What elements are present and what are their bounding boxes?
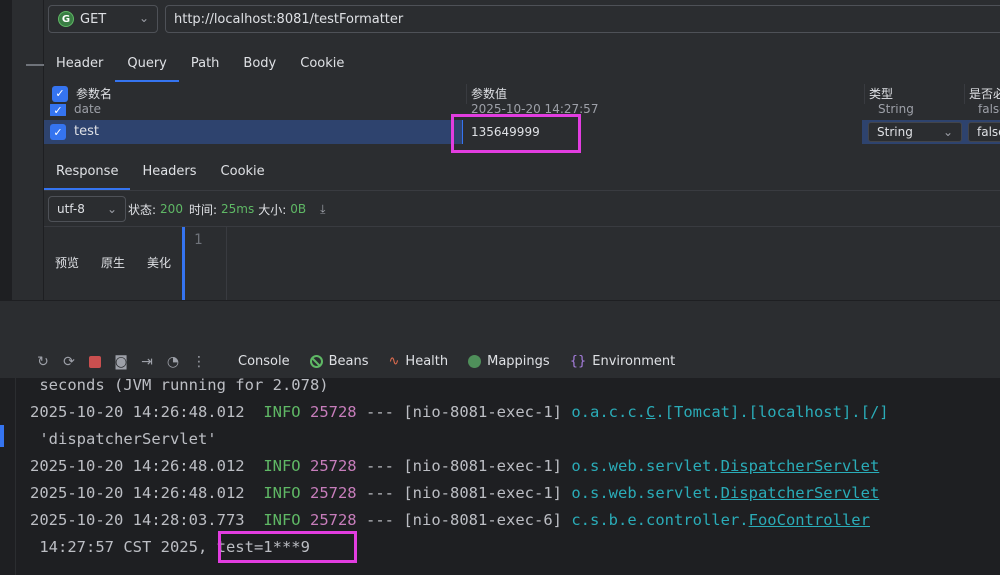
console-toolbar: ↻ ⟳ ◙ ⇥ ◔ ⋮ Console Beans ∿ Health Mappin… bbox=[0, 345, 1000, 378]
more-icon[interactable]: ⋮ bbox=[186, 353, 212, 371]
rerun-icon[interactable]: ↻ bbox=[30, 353, 56, 371]
gauge-icon[interactable]: ◔ bbox=[160, 353, 186, 371]
row-checkbox[interactable]: ✓ bbox=[50, 104, 66, 116]
request-tabs: Header Query Path Body Cookie bbox=[44, 44, 356, 82]
side-strip bbox=[12, 0, 44, 300]
tab-beans-label: Beans bbox=[328, 354, 369, 369]
restart-icon[interactable]: ⟳ bbox=[56, 353, 82, 371]
beans-icon bbox=[309, 355, 323, 368]
select-all-checkbox[interactable]: ✓ bbox=[52, 86, 68, 102]
param-type[interactable]: String bbox=[878, 104, 914, 116]
tab-beans[interactable]: Beans bbox=[300, 345, 379, 378]
status-value: 200 bbox=[160, 202, 183, 216]
response-status-line: utf-8 ⌄ 状态: 200 时间: 25ms 大小: 0B ⤓ bbox=[44, 195, 325, 223]
tab-body[interactable]: Body bbox=[231, 44, 288, 82]
drag-handle-icon[interactable] bbox=[26, 64, 44, 66]
console-marker bbox=[0, 425, 4, 447]
tab-console-label: Console bbox=[238, 354, 290, 369]
encoding-select[interactable]: utf-8 ⌄ bbox=[48, 196, 126, 222]
time-value: 25ms bbox=[221, 202, 255, 216]
splitter-area[interactable] bbox=[0, 300, 1000, 345]
size-label: 大小: bbox=[258, 202, 287, 217]
view-mode-group: 预览 原生 美化 bbox=[44, 254, 182, 271]
console-output[interactable] bbox=[0, 378, 1000, 575]
tab-environment[interactable]: {} Environment bbox=[560, 345, 686, 378]
toolbar-icons: ↻ ⟳ ◙ ⇥ ◔ ⋮ bbox=[30, 353, 212, 371]
size-value: 0B bbox=[290, 202, 307, 216]
console-gutter bbox=[0, 378, 16, 575]
col-required: 是否必 bbox=[969, 87, 1000, 101]
view-raw[interactable]: 原生 bbox=[90, 254, 136, 271]
highlight-box-param bbox=[451, 114, 581, 153]
tab-query[interactable]: Query bbox=[115, 44, 179, 82]
console-tabs: Console Beans ∿ Health Mappings {} Environ… bbox=[228, 345, 685, 378]
tab-path[interactable]: Path bbox=[179, 44, 232, 82]
url-input[interactable]: http://localhost:8081/testFormatter bbox=[165, 5, 1000, 33]
tab-response-cookie[interactable]: Cookie bbox=[209, 152, 277, 190]
tab-health[interactable]: ∿ Health bbox=[379, 345, 459, 378]
param-required-select[interactable]: false bbox=[968, 122, 1000, 142]
params-table-header: ✓ 参数名 参数值 类型 是否必 bbox=[44, 84, 1000, 104]
camera-icon[interactable]: ◙ bbox=[108, 353, 134, 371]
param-name: test bbox=[74, 124, 99, 139]
braces-icon: {} bbox=[569, 354, 587, 369]
highlight-box-console bbox=[218, 531, 357, 563]
view-pretty[interactable]: 美化 bbox=[136, 254, 182, 271]
line-number: 1 bbox=[194, 232, 203, 248]
tab-mappings[interactable]: Mappings bbox=[458, 345, 560, 378]
chevron-down-icon: ⌄ bbox=[942, 125, 953, 139]
divider bbox=[44, 226, 1000, 227]
tab-cookie[interactable]: Cookie bbox=[288, 44, 356, 82]
get-method-icon: G bbox=[58, 11, 74, 27]
view-preview[interactable]: 预览 bbox=[44, 254, 90, 271]
tab-mappings-label: Mappings bbox=[487, 354, 550, 369]
editor-focus-bar bbox=[182, 227, 185, 301]
divider bbox=[44, 190, 1000, 191]
param-type-select[interactable]: String ⌄ bbox=[868, 122, 962, 142]
tab-health-label: Health bbox=[405, 354, 449, 369]
tab-environment-label: Environment bbox=[592, 354, 676, 369]
col-param-name: 参数名 bbox=[76, 87, 113, 101]
method-select[interactable]: G GET ⌄ bbox=[48, 5, 158, 33]
chevron-down-icon: ⌄ bbox=[106, 202, 117, 216]
param-type: String bbox=[877, 125, 913, 139]
tab-header[interactable]: Header bbox=[44, 44, 115, 82]
left-gutter bbox=[0, 0, 12, 300]
tab-console[interactable]: Console bbox=[228, 345, 300, 378]
globe-icon bbox=[468, 355, 482, 368]
gutter-separator bbox=[226, 227, 227, 300]
row-checkbox[interactable]: ✓ bbox=[50, 124, 66, 140]
chevron-down-icon: ⌄ bbox=[138, 11, 149, 25]
col-type: 类型 bbox=[865, 84, 965, 104]
exit-icon[interactable]: ⇥ bbox=[134, 353, 160, 371]
download-icon[interactable]: ⤓ bbox=[320, 202, 325, 217]
pulse-icon: ∿ bbox=[388, 354, 400, 369]
encoding-value: utf-8 bbox=[57, 202, 85, 216]
tab-headers[interactable]: Headers bbox=[130, 152, 208, 190]
col-param-value: 参数值 bbox=[467, 84, 865, 104]
status-label: 状态: bbox=[128, 202, 157, 217]
time-label: 时间: bbox=[188, 202, 217, 217]
stop-icon[interactable] bbox=[82, 353, 108, 371]
method-label: GET bbox=[80, 11, 107, 27]
param-required[interactable]: false bbox=[978, 104, 1000, 116]
tab-response[interactable]: Response bbox=[44, 152, 131, 190]
response-tabs: Response Headers Cookie bbox=[44, 152, 277, 190]
param-required: false bbox=[977, 125, 1000, 139]
param-name: date bbox=[74, 104, 102, 116]
